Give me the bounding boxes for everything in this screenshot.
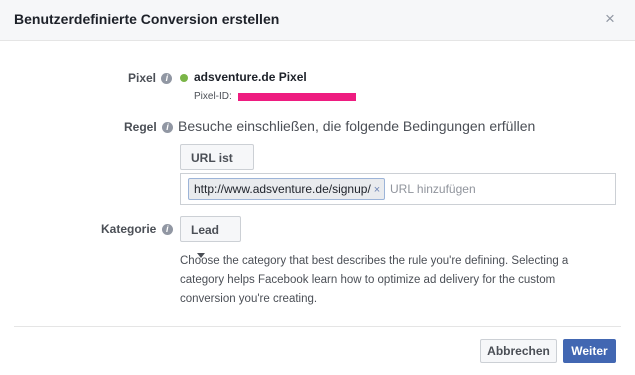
url-condition-dropdown[interactable]: URL ist xyxy=(180,144,254,186)
pixel-name: adsventure.de Pixel xyxy=(194,70,307,84)
url-token: http://www.adsventure.de/signup/× xyxy=(188,178,386,200)
category-dropdown[interactable]: Lead xyxy=(180,216,241,258)
remove-token-icon[interactable]: × xyxy=(374,184,380,196)
url-token-text: http://www.adsventure.de/signup/ xyxy=(194,182,371,196)
rule-description: Besuche einschließen, die folgende Bedin… xyxy=(178,118,536,134)
rule-label-row: Regel i xyxy=(124,120,174,134)
custom-conversion-dialog: Benutzerdefinierte Conversion erstellen … xyxy=(0,0,635,375)
footer-divider xyxy=(14,326,621,327)
pixel-status-dot xyxy=(180,74,188,82)
close-icon[interactable]: × xyxy=(600,9,620,29)
dialog-title: Benutzerdefinierte Conversion erstellen xyxy=(14,11,280,27)
url-condition-value: URL ist xyxy=(191,151,233,165)
rule-info-icon[interactable]: i xyxy=(162,122,174,133)
cancel-button[interactable]: Abbrechen xyxy=(480,339,557,363)
pixel-info-icon[interactable]: i xyxy=(161,73,173,84)
category-help-text: Choose the category that best describes … xyxy=(180,255,569,305)
url-input-field[interactable]: http://www.adsventure.de/signup/× URL hi… xyxy=(180,173,616,205)
pixel-label-row: Pixel i xyxy=(128,71,173,85)
category-label-row: Kategorie i xyxy=(101,222,173,236)
category-info-icon[interactable]: i xyxy=(161,224,173,235)
next-button[interactable]: Weiter xyxy=(563,339,616,363)
dialog-header: Benutzerdefinierte Conversion erstellen … xyxy=(0,0,635,41)
pixel-label: Pixel xyxy=(128,71,157,85)
category-value: Lead xyxy=(191,223,220,237)
category-label: Kategorie xyxy=(101,222,157,236)
url-add-placeholder[interactable]: URL hinzufügen xyxy=(390,182,476,196)
rule-label: Regel xyxy=(124,120,157,134)
pixel-id-redaction xyxy=(238,93,356,101)
pixel-id-label: Pixel-ID: xyxy=(194,91,232,102)
